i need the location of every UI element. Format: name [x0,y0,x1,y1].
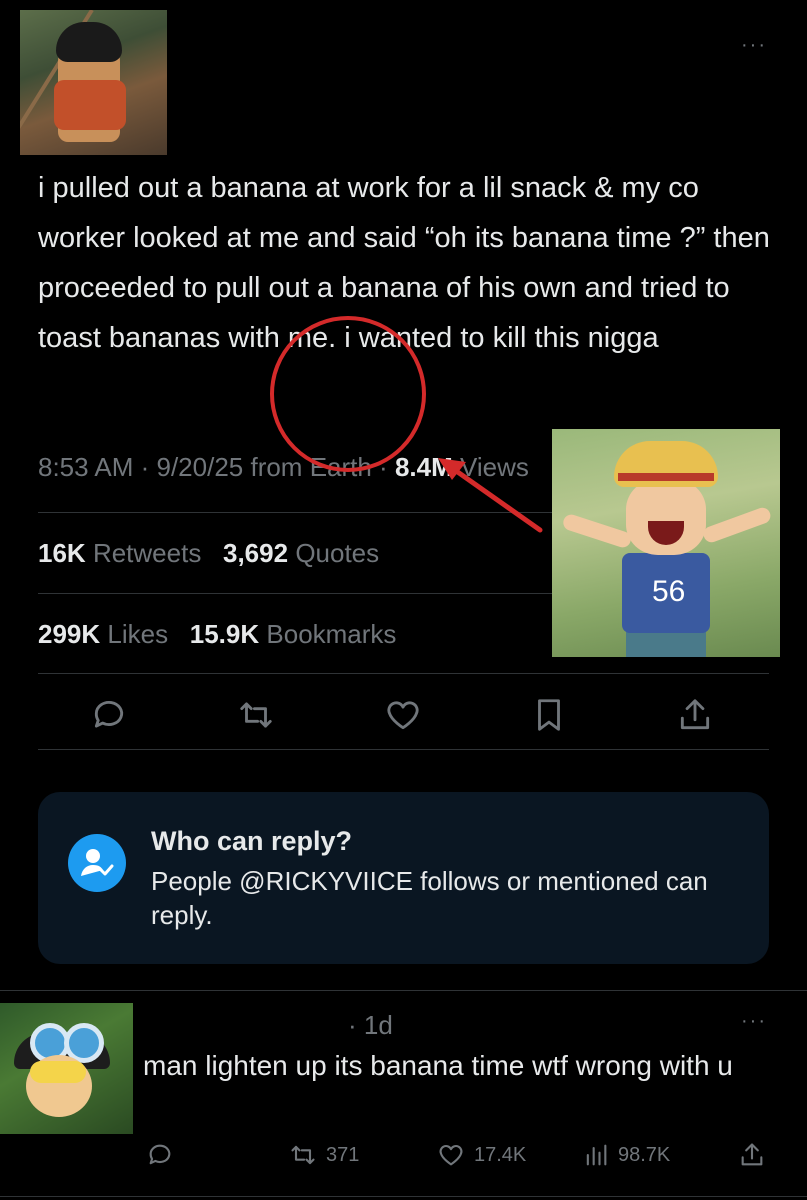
share-icon[interactable] [676,696,716,736]
who-can-reply-title: Who can reply? [151,826,353,856]
luffy-meme-image: 56 [552,429,780,657]
reply-retweet-button[interactable]: 371 [288,1140,359,1170]
divider [38,749,769,750]
reply-reply-icon[interactable] [146,1140,174,1170]
tweet-text: i pulled out a banana at work for a lil … [38,172,778,354]
views-count: 8.4M [394,452,453,482]
reply-views-button[interactable]: 98.7K [582,1140,670,1170]
retweet-icon [288,1141,318,1169]
more-options-icon[interactable]: ··· [741,34,767,57]
divider [38,673,769,674]
who-can-reply-description: People @RICKYVIICE follows or mentioned … [151,866,708,930]
engagement-stats: 299K Likes 15.9K Bookmarks [38,619,396,650]
views-label: Views [452,452,529,482]
bookmark-icon[interactable] [530,696,570,736]
reply-share-icon[interactable] [738,1140,766,1170]
divider [0,990,807,991]
reply-author-avatar[interactable] [0,1003,133,1134]
quotes-link[interactable]: 3,692 Quotes [223,538,379,568]
retweets-link[interactable]: 16K Retweets [38,538,201,568]
timestamp-source: 8:53 AM · 9/20/25 from Earth · [38,452,395,482]
author-avatar[interactable] [20,10,167,155]
reply-timestamp: · 1d [348,1010,393,1040]
who-can-reply-card: Who can reply? People @RICKYVIICE follow… [38,792,769,964]
like-icon [436,1141,466,1169]
tweet-meta: 8:53 AM · 9/20/25 from Earth · 8.4M View… [38,452,529,483]
retweet-icon[interactable] [236,696,276,736]
mentioned-user-icon [68,834,126,892]
repost-stats: 16K Retweets 3,692 Quotes [38,538,379,569]
reply-views-count: 98.7K [618,1143,671,1166]
like-icon[interactable] [384,696,424,736]
reply-more-options-icon[interactable]: ··· [741,1010,767,1033]
reply-like-count: 17.4K [474,1143,527,1166]
divider [0,1196,807,1197]
bookmarks-link[interactable]: 15.9K Bookmarks [190,619,397,649]
jersey-number: 56 [652,575,686,608]
views-icon [582,1141,610,1169]
reply-retweet-count: 371 [326,1143,360,1166]
reply-text: man lighten up its banana time wtf wrong… [143,1050,733,1081]
reply-like-button[interactable]: 17.4K [436,1140,526,1170]
reply-icon[interactable] [90,696,130,736]
likes-link[interactable]: 299K Likes [38,619,168,649]
